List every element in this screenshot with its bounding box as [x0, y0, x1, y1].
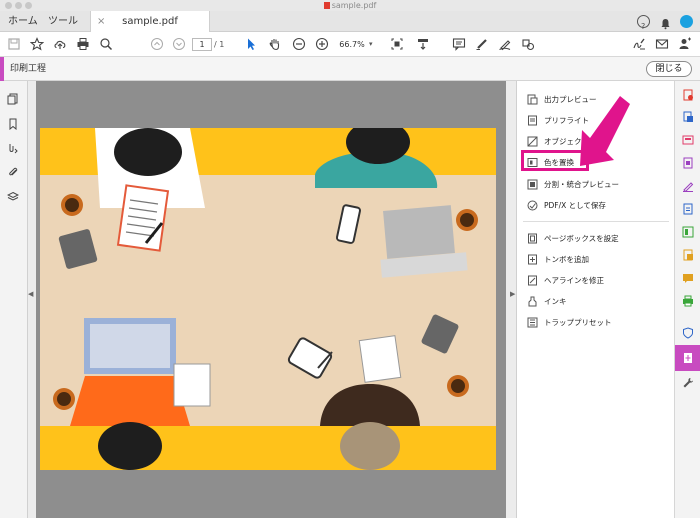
- pdf-file-icon: [323, 2, 330, 9]
- replace-color-highlight-box: [521, 150, 589, 171]
- notification-bell-icon[interactable]: [659, 15, 672, 30]
- tool-page-box[interactable]: ページボックスを設定: [527, 231, 667, 247]
- document-view[interactable]: [36, 81, 506, 518]
- organize-pages-icon[interactable]: [682, 203, 694, 215]
- tool-add-marks-label: トンボを追加: [544, 255, 589, 264]
- attachment-clip-icon[interactable]: [7, 166, 19, 178]
- save-pdfx-icon: [527, 200, 538, 211]
- fill-sign-icon[interactable]: [682, 180, 694, 192]
- svg-text:?: ?: [641, 22, 645, 31]
- collapse-left-pane-icon[interactable]: ◀: [28, 290, 33, 298]
- tool-trap-presets[interactable]: トラッププリセット: [527, 315, 667, 331]
- combine-files-icon[interactable]: [682, 157, 694, 169]
- zoom-out-icon[interactable]: [292, 37, 306, 51]
- page-number-input[interactable]: 1: [192, 38, 212, 51]
- stamp-icon[interactable]: [521, 37, 535, 51]
- tool-flatten-preview[interactable]: 分割・統合プレビュー: [527, 177, 667, 193]
- tool-ink[interactable]: インキ: [527, 294, 667, 310]
- window-title: sample.pdf: [331, 1, 377, 10]
- close-tool-button[interactable]: 閉じる: [646, 61, 692, 77]
- right-tools-bar: [674, 81, 700, 518]
- fix-hairline-icon: [527, 275, 538, 286]
- tab-home[interactable]: ホーム: [8, 11, 38, 32]
- zoom-in-icon[interactable]: [315, 37, 329, 51]
- ink-icon: [527, 296, 538, 307]
- tab-bar: ホーム ツール × sample.pdf ?: [0, 11, 700, 33]
- select-cursor-icon[interactable]: [244, 37, 258, 51]
- tool-ink-label: インキ: [544, 297, 567, 306]
- comment-icon[interactable]: [452, 37, 466, 51]
- bookmark-star-icon[interactable]: [30, 37, 44, 51]
- comment-tool-icon[interactable]: [682, 272, 694, 284]
- print-icon[interactable]: [76, 37, 90, 51]
- tab-document-label: sample.pdf: [122, 16, 178, 27]
- edit-pdf-icon[interactable]: [682, 134, 694, 146]
- save-icon[interactable]: [7, 37, 21, 51]
- preflight-icon: [527, 115, 538, 126]
- left-navigation-pane: [0, 81, 28, 518]
- close-tab-icon[interactable]: ×: [97, 11, 105, 32]
- previous-page-icon[interactable]: [150, 37, 164, 51]
- tool-trap-presets-label: トラッププリセット: [544, 318, 612, 327]
- object-icon: [527, 136, 538, 147]
- sign-icon[interactable]: [632, 37, 646, 51]
- upload-cloud-icon[interactable]: [53, 37, 67, 51]
- tool-save-pdfx-label: PDF/X として保存: [544, 201, 606, 210]
- tool-title: 印刷工程: [10, 64, 47, 74]
- print-production-bar: 印刷工程 閉じる: [0, 57, 700, 81]
- collapse-right-pane-icon[interactable]: ▶: [510, 290, 515, 298]
- highlight-pen-icon[interactable]: [475, 37, 489, 51]
- attachments-link-icon[interactable]: [7, 142, 19, 154]
- export-pdf-icon[interactable]: [682, 111, 694, 123]
- active-print-production-icon[interactable]: [682, 352, 694, 364]
- add-marks-icon: [527, 254, 538, 265]
- more-tools-wrench-icon[interactable]: [682, 377, 694, 389]
- panel-divider: [523, 221, 669, 222]
- tab-tools[interactable]: ツール: [48, 11, 78, 32]
- tool-fix-hairline[interactable]: ヘアラインを修正: [527, 273, 667, 289]
- output-preview-icon: [527, 94, 538, 105]
- send-for-review-icon[interactable]: [682, 249, 694, 261]
- main-toolbar: 1 / 1 66.7% ▾: [0, 32, 700, 57]
- protect-shield-icon[interactable]: [682, 327, 694, 339]
- tool-fix-hairline-label: ヘアラインを修正: [544, 276, 604, 285]
- bookmarks-icon[interactable]: [7, 118, 19, 130]
- scroll-mode-icon[interactable]: [416, 37, 430, 51]
- trap-presets-icon: [527, 317, 538, 328]
- fit-page-icon[interactable]: [390, 37, 404, 51]
- flatten-preview-icon: [527, 179, 538, 190]
- scan-ocr-icon[interactable]: [682, 226, 694, 238]
- zoom-search-icon[interactable]: [99, 37, 113, 51]
- tool-page-box-label: ページボックスを設定: [544, 234, 619, 243]
- user-avatar[interactable]: [680, 15, 693, 28]
- tool-save-pdfx[interactable]: PDF/X として保存: [527, 198, 667, 214]
- page-total: / 1: [214, 40, 225, 49]
- zoom-level-select[interactable]: 66.7%: [336, 38, 368, 51]
- tool-flatten-preview-label: 分割・統合プレビュー: [544, 180, 619, 189]
- chevron-down-icon[interactable]: ▾: [369, 38, 373, 51]
- pdf-page: [40, 128, 496, 470]
- tool-accent-stripe: [0, 57, 4, 81]
- next-page-icon[interactable]: [172, 37, 186, 51]
- page-box-icon: [527, 233, 538, 244]
- share-user-icon[interactable]: [678, 37, 692, 51]
- print-production-tool-icon[interactable]: [682, 295, 694, 307]
- pointer-arrow-annotation: [580, 96, 630, 166]
- draw-pen-icon[interactable]: [498, 37, 512, 51]
- window-titlebar: sample.pdf: [0, 0, 700, 11]
- hand-tool-icon[interactable]: [268, 37, 282, 51]
- create-pdf-icon[interactable]: [682, 89, 694, 101]
- layers-icon[interactable]: [7, 191, 19, 203]
- tool-add-marks[interactable]: トンボを追加: [527, 252, 667, 268]
- email-icon[interactable]: [655, 37, 669, 51]
- office-desk-illustration: [40, 128, 496, 470]
- help-icon[interactable]: ?: [637, 15, 650, 31]
- page-thumbnails-icon[interactable]: [7, 93, 19, 105]
- tab-document[interactable]: × sample.pdf: [90, 11, 210, 33]
